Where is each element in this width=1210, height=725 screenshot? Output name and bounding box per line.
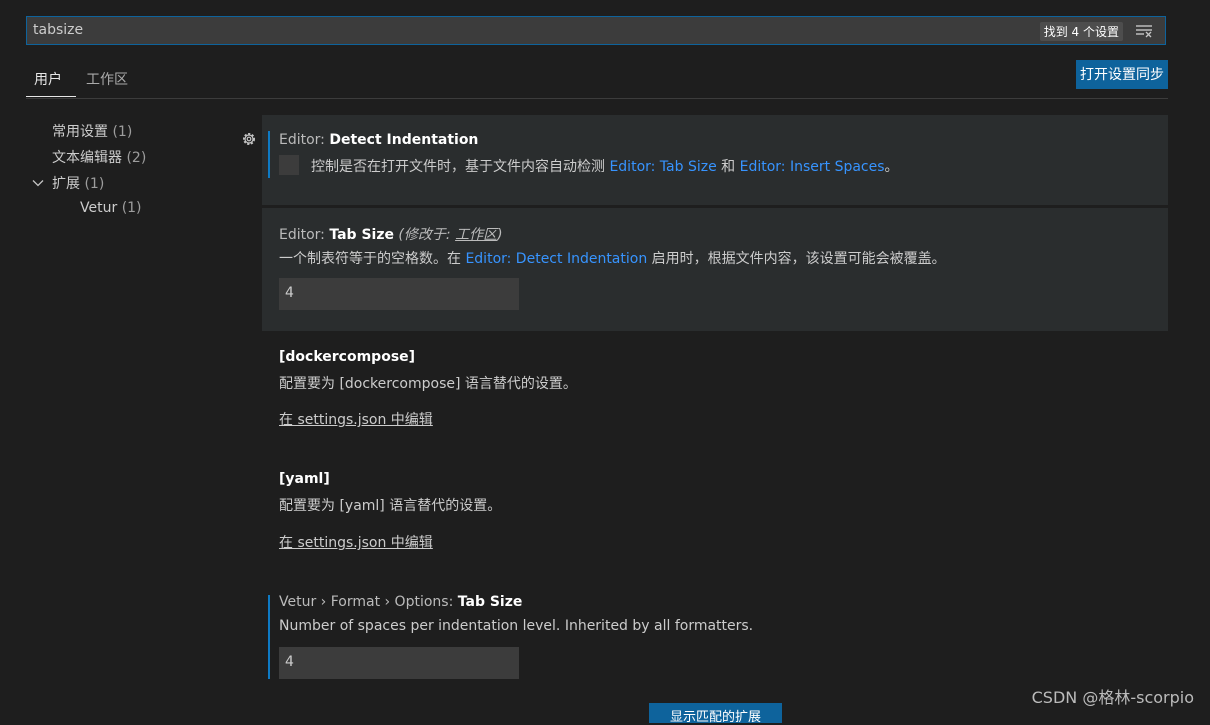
- setting-description: 控制是否在打开文件时，基于文件内容自动检测 Editor: Tab Size 和…: [311, 159, 899, 175]
- search-input[interactable]: tabsize: [33, 22, 83, 38]
- setting-link-insert-spaces[interactable]: Editor: Insert Spaces: [740, 159, 885, 175]
- setting-link-tab-size[interactable]: Editor: Tab Size: [609, 159, 716, 175]
- turn-on-settings-sync-button[interactable]: 打开设置同步: [1076, 60, 1168, 89]
- gear-icon[interactable]: [240, 130, 258, 148]
- toc-item-count: (1): [121, 200, 142, 216]
- toc-item-vetur[interactable]: Vetur (1): [80, 200, 142, 216]
- settings-search-box[interactable]: tabsize 找到 4 个设置: [26, 16, 1166, 45]
- setting-title: [yaml]: [279, 471, 330, 487]
- toc-item-count: (1): [112, 124, 133, 140]
- vetur-tab-size-input[interactable]: 4: [279, 647, 519, 679]
- chevron-down-icon[interactable]: [32, 177, 44, 189]
- tab-size-input[interactable]: 4: [279, 278, 519, 310]
- toc-item-extensions[interactable]: 扩展 (1): [52, 173, 104, 193]
- tabs-divider: [26, 98, 1168, 99]
- edit-in-settings-json-link[interactable]: 在 settings.json 中编辑: [279, 532, 433, 552]
- toc-item-text-editor[interactable]: 文本编辑器 (2): [52, 147, 146, 167]
- modified-indicator: [268, 595, 270, 679]
- detect-indentation-checkbox[interactable]: [279, 155, 299, 175]
- setting-link-detect-indentation[interactable]: Editor: Detect Indentation: [465, 251, 647, 267]
- setting-description: Number of spaces per indentation level. …: [279, 618, 754, 634]
- setting-description: 配置要为 [yaml] 语言替代的设置。: [279, 498, 502, 514]
- setting-title: Editor: Tab Size (修改于: 工作区): [279, 227, 503, 243]
- focus-indicator: [268, 131, 270, 178]
- toc-item-label: 扩展: [52, 176, 80, 192]
- watermark: CSDN @格林-scorpio: [1031, 688, 1194, 707]
- modified-in-workspace-link[interactable]: 工作区: [455, 227, 497, 243]
- setting-title: [dockercompose]: [279, 349, 416, 365]
- tab-user[interactable]: 用户: [34, 69, 62, 89]
- edit-in-settings-json-link[interactable]: 在 settings.json 中编辑: [279, 409, 433, 429]
- show-matching-extensions-button[interactable]: 显示匹配的扩展: [649, 703, 782, 725]
- toc-item-count: (2): [126, 150, 147, 166]
- setting-title: Vetur › Format › Options: Tab Size: [279, 594, 523, 610]
- toc-item-label: 常用设置: [52, 124, 108, 140]
- setting-title: Editor: Detect Indentation: [279, 132, 479, 148]
- toc-item-label: 文本编辑器: [52, 150, 122, 166]
- toc-item-count: (1): [84, 176, 105, 192]
- clear-filter-icon[interactable]: [1135, 24, 1153, 38]
- setting-description: 配置要为 [dockercompose] 语言替代的设置。: [279, 376, 577, 392]
- search-results-count-badge: 找到 4 个设置: [1039, 22, 1123, 41]
- setting-description: 一个制表符等于的空格数。在 Editor: Detect Indentation…: [279, 251, 946, 267]
- tab-workspace[interactable]: 工作区: [86, 69, 128, 89]
- toc-item-label: Vetur: [80, 200, 118, 216]
- toc-item-commonly-used[interactable]: 常用设置 (1): [52, 121, 132, 141]
- active-tab-indicator: [26, 96, 76, 97]
